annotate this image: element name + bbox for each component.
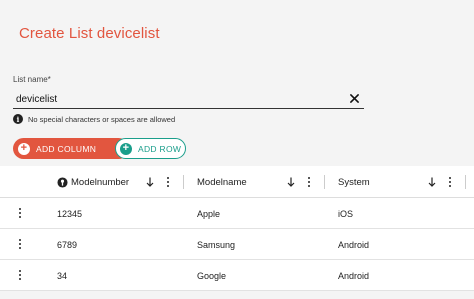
list-name-input[interactable] (16, 91, 336, 107)
table-row: 12345 Apple iOS (0, 198, 474, 229)
column-menu-icon[interactable] (164, 175, 172, 189)
list-name-field[interactable] (13, 88, 364, 109)
sort-down-icon[interactable] (286, 175, 296, 189)
row-menu-icon[interactable] (14, 206, 26, 220)
column-label: System (338, 176, 370, 188)
row-menu-icon[interactable] (14, 237, 26, 251)
column-menu-icon[interactable] (446, 175, 454, 189)
add-row-label: ADD ROW (138, 143, 182, 154)
sort-down-icon[interactable] (145, 175, 155, 189)
row-menu-icon[interactable] (14, 268, 26, 282)
column-divider[interactable] (183, 175, 184, 189)
hint-text: No special characters or spaces are allo… (28, 114, 176, 124)
table-cell: 12345 (57, 208, 83, 219)
plus-icon: + (18, 142, 30, 155)
column-header-modelnumber: Modelnumber (57, 166, 129, 198)
info-icon: i (13, 114, 23, 124)
table-row: 6789 Samsung Android (0, 229, 474, 260)
column-label: Modelnumber (71, 176, 130, 188)
table-cell: Apple (197, 208, 221, 219)
plus-icon: + (120, 142, 132, 155)
table-cell: iOS (338, 208, 354, 219)
column-divider[interactable] (324, 175, 325, 189)
column-menu-icon[interactable] (305, 175, 313, 189)
table-row: 34 Google Android (0, 260, 474, 291)
key-icon (57, 176, 68, 188)
sort-down-icon[interactable] (427, 175, 437, 189)
column-divider[interactable] (465, 175, 466, 189)
add-column-label: ADD COLUMN (36, 143, 97, 154)
clear-icon[interactable] (347, 91, 361, 105)
column-header-system: System (338, 166, 370, 198)
add-row-button[interactable]: + ADD ROW (115, 138, 186, 159)
device-table: Modelnumber Modelname System 12345 Apple… (0, 166, 474, 291)
table-cell: Android (338, 239, 370, 250)
table-cell: 6789 (57, 239, 78, 250)
table-cell: Android (338, 270, 370, 281)
page-title: Create List devicelist (19, 25, 160, 42)
column-label: Modelname (197, 176, 247, 188)
list-name-hint: i No special characters or spaces are al… (13, 113, 175, 125)
table-header: Modelnumber Modelname System (0, 166, 474, 198)
add-column-button[interactable]: + ADD COLUMN (13, 138, 129, 159)
list-name-label: List name* (13, 75, 51, 84)
column-header-modelname: Modelname (197, 166, 247, 198)
table-cell: Samsung (197, 239, 236, 250)
table-cell: 34 (57, 270, 68, 281)
table-cell: Google (197, 270, 227, 281)
